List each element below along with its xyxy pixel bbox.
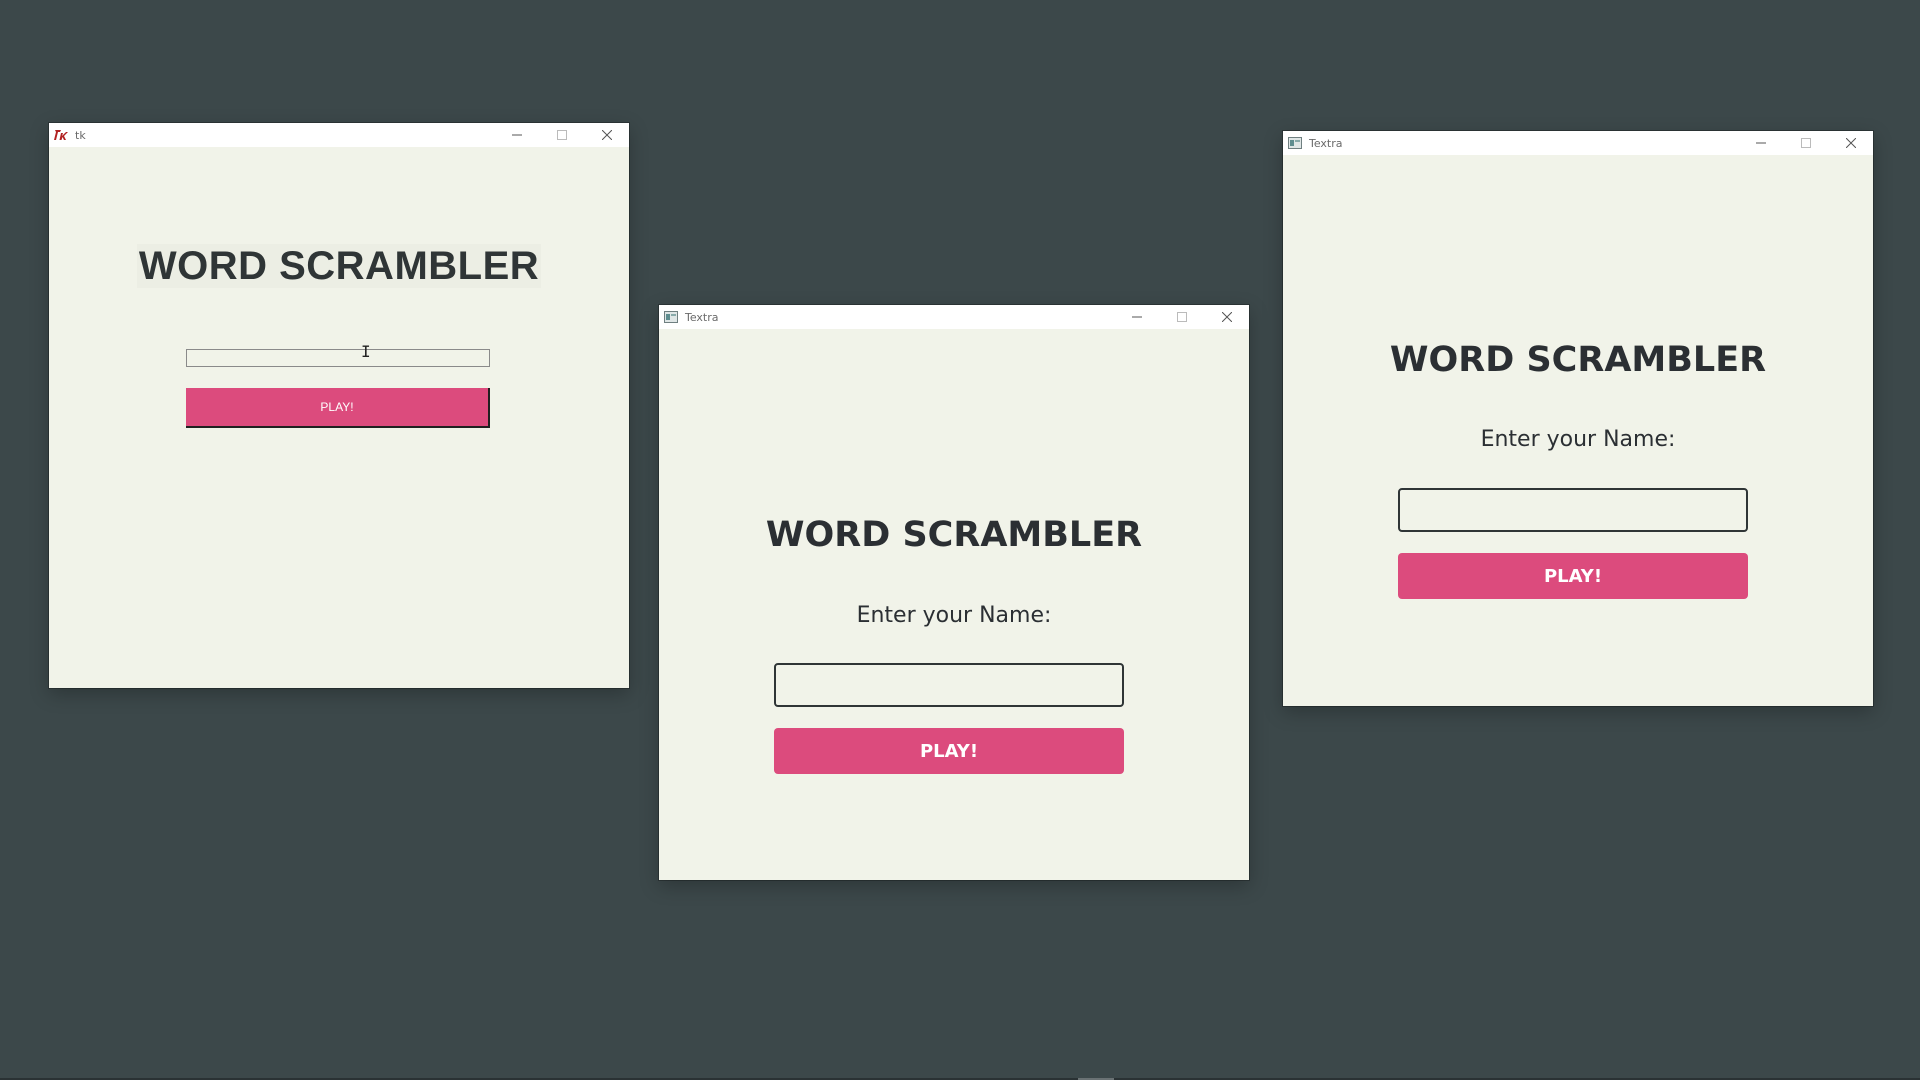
maximize-button[interactable] (1783, 131, 1828, 155)
window-title: Textra (685, 310, 719, 324)
tk-feather-icon (53, 127, 69, 143)
window-textra[interactable]: Textra WORD SCRAMBLER Enter your Name: P… (1283, 131, 1873, 706)
close-button[interactable] (584, 123, 629, 147)
minimize-icon (511, 134, 522, 136)
app-window-icon (663, 309, 679, 325)
window-title: tk (75, 128, 86, 142)
play-button[interactable]: PLAY! (774, 728, 1124, 774)
app-window-icon (1287, 135, 1303, 151)
window-title: Textra (1309, 136, 1343, 150)
close-icon (1845, 138, 1856, 148)
name-prompt-label: Enter your Name: (856, 603, 1052, 628)
close-button[interactable] (1828, 131, 1873, 155)
close-icon (601, 130, 612, 140)
minimize-button[interactable] (1738, 131, 1783, 155)
name-input[interactable] (1398, 488, 1748, 532)
window-content: WORD SCRAMBLER Enter your Name: PLAY! (659, 329, 1249, 880)
maximize-icon (1800, 138, 1811, 148)
minimize-icon (1131, 316, 1142, 318)
name-input[interactable] (186, 349, 490, 367)
close-icon (1221, 312, 1232, 322)
maximize-button[interactable] (1159, 305, 1204, 329)
play-button[interactable]: PLAY! (186, 388, 490, 428)
maximize-icon (1176, 312, 1187, 322)
text-cursor-icon: I (361, 342, 371, 361)
game-title: WORD SCRAMBLER (765, 515, 1143, 555)
minimize-icon (1755, 142, 1766, 144)
window-tk[interactable]: tk WORD SCRAMBLER I PLAY! (49, 123, 629, 688)
title-bar[interactable]: tk (49, 123, 629, 147)
maximize-icon (556, 130, 567, 140)
window-content: WORD SCRAMBLER I PLAY! (49, 147, 629, 688)
title-bar[interactable]: Textra (659, 305, 1249, 329)
minimize-button[interactable] (494, 123, 539, 147)
name-prompt-label: Enter your Name: (1480, 427, 1676, 452)
title-bar[interactable]: Textra (1283, 131, 1873, 155)
window-content: WORD SCRAMBLER Enter your Name: PLAY! (1283, 155, 1873, 706)
close-button[interactable] (1204, 305, 1249, 329)
name-input[interactable] (774, 663, 1124, 707)
game-title-text: WORD SCRAMBLER (136, 244, 542, 288)
maximize-button[interactable] (539, 123, 584, 147)
game-title: WORD SCRAMBLER (49, 244, 629, 289)
play-button[interactable]: PLAY! (1398, 553, 1748, 599)
game-title: WORD SCRAMBLER (1389, 340, 1767, 380)
minimize-button[interactable] (1114, 305, 1159, 329)
window-textra[interactable]: Textra WORD SCRAMBLER Enter your Name: P… (659, 305, 1249, 880)
